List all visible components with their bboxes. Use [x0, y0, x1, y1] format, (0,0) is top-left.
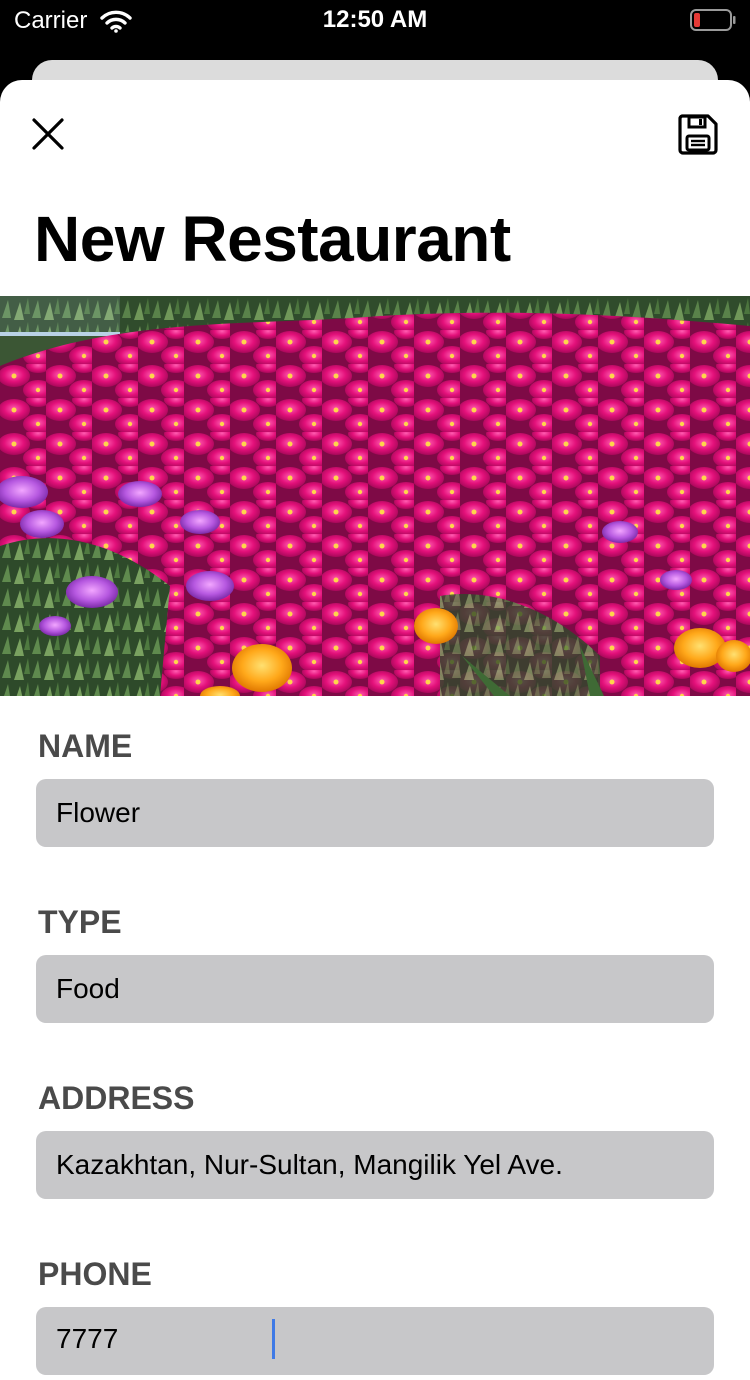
address-value: Kazakhtan, Nur-Sultan, Mangilik Yel Ave.	[56, 1149, 563, 1180]
text-cursor	[272, 1319, 275, 1359]
battery-icon	[690, 9, 736, 31]
restaurant-photo[interactable]	[0, 296, 750, 696]
status-time: 12:50 AM	[322, 6, 428, 33]
phone-label: PHONE	[38, 1256, 152, 1292]
name-label: NAME	[38, 728, 133, 764]
name-input[interactable]: Flower	[36, 779, 714, 847]
new-restaurant-sheet: New Restaurant NAME Flower TYPE Food ADD…	[0, 80, 750, 1380]
floppy-disk-icon[interactable]	[676, 112, 720, 156]
type-input[interactable]: Food	[36, 955, 714, 1023]
address-input[interactable]: Kazakhtan, Nur-Sultan, Mangilik Yel Ave.	[36, 1131, 714, 1199]
flower-field-image	[0, 296, 750, 696]
phone-input[interactable]: 7777	[36, 1307, 714, 1375]
type-value: Food	[56, 973, 120, 1004]
address-label: ADDRESS	[38, 1080, 195, 1116]
page-title: New Restaurant	[34, 203, 511, 275]
type-label: TYPE	[38, 904, 122, 940]
name-value: Flower	[56, 797, 141, 828]
close-icon[interactable]	[28, 114, 68, 154]
status-bar: Carrier 12:50 AM	[0, 0, 750, 42]
phone-value: 7777	[56, 1323, 119, 1354]
